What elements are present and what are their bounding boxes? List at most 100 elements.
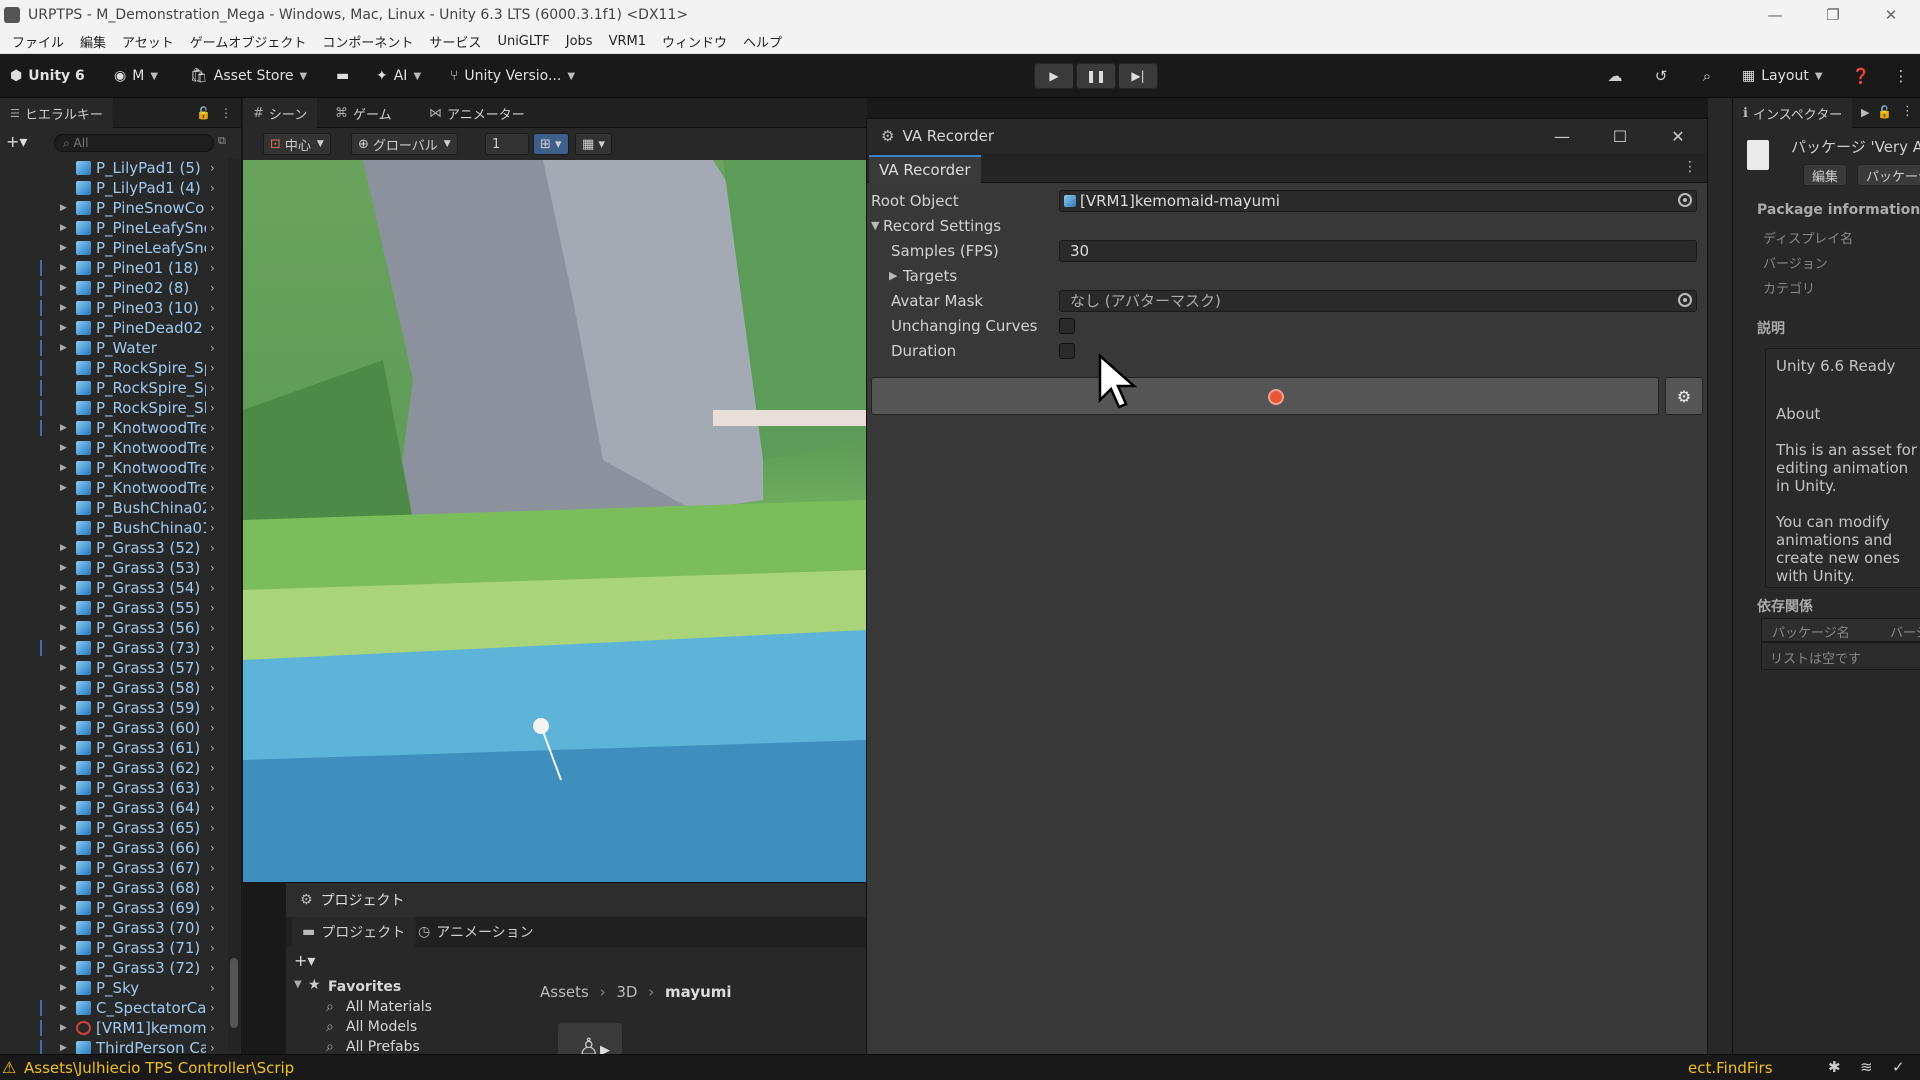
tab-va-recorder[interactable]: VA Recorder	[869, 155, 981, 183]
hierarchy-item[interactable]: ▶ P_KnotwoodTre ›	[0, 478, 228, 498]
fold-right-icon[interactable]: ▶	[60, 858, 67, 878]
menu-edit[interactable]: 編集	[72, 32, 114, 51]
hierarchy-item[interactable]: ▶ P_Grass3 (54) ›	[0, 578, 228, 598]
fold-right-icon[interactable]: ▶	[60, 678, 67, 698]
duration-checkbox[interactable]	[1059, 343, 1075, 359]
layout-dropdown[interactable]: ▦ Layout ▼	[1742, 63, 1823, 89]
hierarchy-item[interactable]: ▶ P_Grass3 (73) ›	[0, 638, 228, 658]
hierarchy-item[interactable]: ▶ P_Water ›	[0, 338, 228, 358]
hierarchy-item[interactable]: P_LilyPad1 (5) ›	[0, 158, 228, 178]
asset-store-button[interactable]: 🛍 Asset Store ▼	[190, 63, 307, 89]
chevron-right-icon[interactable]: ›	[210, 698, 215, 718]
fold-right-icon[interactable]: ▶	[60, 298, 67, 318]
chevron-right-icon[interactable]: ›	[210, 878, 215, 898]
hierarchy-item[interactable]: ▶ P_PineLeafySno ›	[0, 218, 228, 238]
chevron-right-icon[interactable]: ›	[210, 678, 215, 698]
favorite-all-materials[interactable]: All Materials	[346, 999, 432, 1015]
chevron-right-icon[interactable]: ›	[210, 238, 215, 258]
hierarchy-item[interactable]: ▶ P_Grass3 (57) ›	[0, 658, 228, 678]
hierarchy-item[interactable]: ▶ P_Pine01 (18) ›	[0, 258, 228, 278]
chevron-right-icon[interactable]: ›	[210, 858, 215, 878]
bug-icon[interactable]: ✱	[1828, 1058, 1841, 1076]
hierarchy-item[interactable]: ▶ P_Pine02 (8) ›	[0, 278, 228, 298]
fold-right-icon[interactable]: ▶	[60, 598, 67, 618]
fold-right-icon[interactable]: ▶	[60, 778, 67, 798]
fold-right-icon[interactable]: ▶	[60, 478, 67, 498]
chevron-right-icon[interactable]: ›	[210, 638, 215, 658]
chevron-right-icon[interactable]: ›	[210, 738, 215, 758]
menu-file[interactable]: ファイル	[4, 32, 72, 51]
menu-help[interactable]: ヘルプ	[735, 32, 790, 51]
menu-unigltf[interactable]: UniGLTF	[489, 34, 557, 49]
chevron-right-icon[interactable]: ›	[210, 538, 215, 558]
hierarchy-item[interactable]: ▶ P_Pine03 (10) ›	[0, 298, 228, 318]
lock-icon[interactable]: 🔓	[196, 106, 211, 120]
grid-snap-button[interactable]: ⊞ ▾	[533, 133, 569, 155]
chevron-right-icon[interactable]: ›	[210, 338, 215, 358]
more-button[interactable]: ⋮	[1886, 63, 1916, 89]
kebab-icon[interactable]: ⋮	[220, 106, 232, 120]
close-button[interactable]: ✕	[1862, 0, 1920, 30]
chevron-right-icon[interactable]: ›	[210, 578, 215, 598]
hierarchy-item[interactable]: ▶ P_PineDead02 ›	[0, 318, 228, 338]
chevron-right-icon[interactable]: ›	[210, 518, 215, 538]
fold-right-icon[interactable]: ▶	[60, 338, 67, 358]
hierarchy-item[interactable]: ▶ P_Grass3 (71) ›	[0, 938, 228, 958]
version-control-button[interactable]: ⑂ Unity Versio... ▼	[450, 63, 575, 89]
chevron-right-icon[interactable]: ›	[210, 618, 215, 638]
hierarchy-item[interactable]: ▶ P_KnotwoodTre ›	[0, 438, 228, 458]
hierarchy-item[interactable]: P_RockSpire_Sp ›	[0, 378, 228, 398]
restore-button[interactable]: ❐	[1804, 0, 1862, 30]
chevron-right-icon[interactable]: ›	[210, 1018, 215, 1038]
chevron-right-icon[interactable]: ›	[210, 918, 215, 938]
hierarchy-item[interactable]: P_BushChina02 ›	[0, 498, 228, 518]
chevron-right-icon[interactable]: ›	[210, 758, 215, 778]
chevron-right-icon[interactable]: ›	[210, 998, 215, 1018]
pause-button[interactable]: ❚❚	[1076, 63, 1116, 89]
hierarchy-item[interactable]: ▶ P_Grass3 (62) ›	[0, 758, 228, 778]
kebab-icon[interactable]: ⋮	[1683, 159, 1697, 175]
chevron-right-icon[interactable]: ›	[210, 218, 215, 238]
chevron-right-icon[interactable]: ›	[210, 298, 215, 318]
chevron-right-icon[interactable]: ›	[210, 818, 215, 838]
fold-right-icon[interactable]: ▶	[60, 618, 67, 638]
fold-right-icon[interactable]: ▶	[60, 1038, 67, 1054]
fold-right-icon[interactable]: ▶	[60, 418, 67, 438]
chevron-right-icon[interactable]: ›	[210, 958, 215, 978]
tab-animator[interactable]: ⋈ アニメーター	[419, 98, 535, 128]
scene-viewport[interactable]	[243, 160, 867, 882]
tab-animation[interactable]: ◷ アニメーション	[408, 917, 544, 947]
fold-right-icon[interactable]: ▶	[60, 998, 67, 1018]
hierarchy-item[interactable]: ▶ P_KnotwoodTre ›	[0, 458, 228, 478]
tab-scene[interactable]: # シーン	[243, 98, 318, 128]
fold-right-icon[interactable]: ▶	[60, 578, 67, 598]
unity-account-button[interactable]: ⬢ Unity 6	[10, 63, 85, 89]
maximize-button[interactable]: ☐	[1591, 119, 1649, 153]
fold-right-icon[interactable]: ▶	[60, 738, 67, 758]
status-message-right[interactable]: ect.FindFirs	[1688, 1059, 1773, 1077]
hierarchy-item[interactable]: ▶ P_Grass3 (72) ›	[0, 958, 228, 978]
chevron-right-icon[interactable]: ›	[210, 778, 215, 798]
step-button[interactable]: ▶|	[1118, 63, 1158, 89]
chevron-right-icon[interactable]: ▶	[1861, 106, 1869, 119]
fold-right-icon[interactable]: ▶	[60, 658, 67, 678]
chevron-right-icon[interactable]: ›	[210, 898, 215, 918]
object-picker-icon[interactable]	[1678, 193, 1692, 207]
chevron-right-icon[interactable]: ›	[210, 838, 215, 858]
menu-component[interactable]: コンポーネント	[314, 32, 421, 51]
hierarchy-item[interactable]: ▶ P_Grass3 (65) ›	[0, 818, 228, 838]
hierarchy-item[interactable]: ▶ P_Grass3 (58) ›	[0, 678, 228, 698]
chevron-right-icon[interactable]: ›	[210, 378, 215, 398]
hierarchy-item[interactable]: ▶ P_Sky ›	[0, 978, 228, 998]
hierarchy-item[interactable]: P_LilyPad1 (4) ›	[0, 178, 228, 198]
hierarchy-item[interactable]: ▶ P_Grass3 (63) ›	[0, 778, 228, 798]
hierarchy-item[interactable]: ▶ P_KnotwoodTre ›	[0, 418, 228, 438]
chevron-right-icon[interactable]: ›	[210, 398, 215, 418]
targets-row[interactable]: ▶ Targets	[867, 264, 1707, 288]
chevron-right-icon[interactable]: ›	[210, 978, 215, 998]
root-object-field[interactable]: [VRM1]kemomaid-mayumi	[1059, 190, 1697, 212]
fold-right-icon[interactable]: ▶	[60, 958, 67, 978]
hierarchy-item[interactable]: P_RockSpire_Sp ›	[0, 358, 228, 378]
chevron-right-icon[interactable]: ›	[210, 178, 215, 198]
menu-services[interactable]: サービス	[421, 32, 489, 51]
